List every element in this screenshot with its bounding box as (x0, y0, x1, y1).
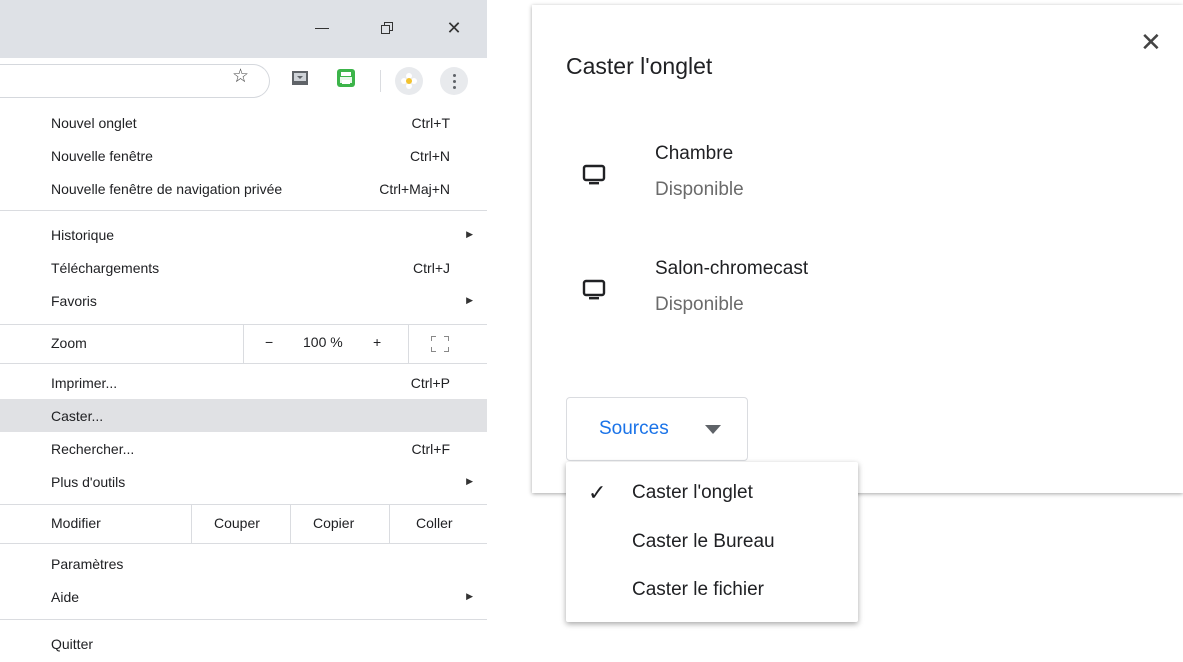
zoom-level: 100 % (303, 334, 343, 350)
submenu-arrow-icon: ▶ (466, 295, 473, 305)
menu-divider (0, 543, 487, 544)
browser-window: ✕ ☆ Nouvel onglet Ctrl+T Nouvelle fenêtr… (0, 0, 487, 662)
extension-save-icon[interactable] (290, 68, 310, 88)
monitor-icon (582, 279, 606, 300)
edit-row: Modifier Couper Copier Coller (0, 505, 487, 543)
menu-item-settings[interactable]: Paramètres (0, 547, 487, 580)
menu-item-print[interactable]: Imprimer... Ctrl+P (0, 366, 487, 399)
submenu-arrow-icon: ▶ (466, 591, 473, 601)
menu-item-help[interactable]: Aide ▶ (0, 580, 487, 613)
fullscreen-icon[interactable] (431, 336, 449, 352)
extension-print-icon[interactable] (336, 68, 356, 88)
zoom-row: Zoom − 100 % + (0, 325, 487, 363)
menu-item-downloads[interactable]: Téléchargements Ctrl+J (0, 251, 487, 284)
menu-item-new-tab[interactable]: Nouvel onglet Ctrl+T (0, 106, 487, 139)
caret-down-icon (705, 425, 721, 434)
sources-dropdown: ✓ Caster l'onglet Caster le Bureau Caste… (566, 462, 858, 622)
menu-divider (0, 210, 487, 211)
menu-item-cast[interactable]: Caster... (0, 399, 487, 432)
check-icon: ✓ (588, 480, 607, 505)
source-option-tab[interactable]: ✓ Caster l'onglet (566, 470, 858, 518)
cast-dialog: ✕ Caster l'onglet Chambre Disponible Sal… (532, 5, 1183, 493)
window-close-button[interactable]: ✕ (440, 14, 468, 42)
sources-button[interactable]: Sources (566, 397, 748, 461)
restore-button[interactable] (373, 14, 401, 42)
menu-item-history[interactable]: Historique ▶ (0, 218, 487, 251)
menu-item-bookmarks[interactable]: Favoris ▶ (0, 284, 487, 317)
flower-icon (401, 73, 417, 89)
submenu-arrow-icon: ▶ (466, 476, 473, 486)
source-option-file[interactable]: Caster le fichier (566, 567, 858, 615)
restore-icon (381, 22, 393, 34)
toolbar: ☆ (0, 58, 487, 105)
paste-button[interactable]: Coller (416, 515, 453, 531)
zoom-in-button[interactable]: + (373, 334, 381, 350)
title-bar: ✕ (0, 0, 487, 58)
source-option-desktop[interactable]: Caster le Bureau (566, 519, 858, 567)
bookmark-star-icon[interactable]: ☆ (232, 65, 249, 88)
close-icon: ✕ (446, 17, 462, 38)
menu-item-find[interactable]: Rechercher... Ctrl+F (0, 432, 487, 465)
address-bar[interactable] (0, 64, 270, 98)
monitor-icon (582, 164, 606, 185)
dialog-title: Caster l'onglet (566, 53, 713, 79)
more-vert-icon[interactable] (440, 67, 468, 95)
close-icon[interactable]: ✕ (1140, 29, 1162, 55)
profile-avatar[interactable] (395, 67, 423, 95)
copy-button[interactable]: Copier (313, 515, 354, 531)
menu-item-more-tools[interactable]: Plus d'outils ▶ (0, 465, 487, 498)
submenu-arrow-icon: ▶ (466, 229, 473, 239)
cut-button[interactable]: Couper (214, 515, 260, 531)
toolbar-divider (380, 70, 381, 92)
chrome-main-menu: Nouvel onglet Ctrl+T Nouvelle fenêtre Ct… (0, 104, 487, 662)
menu-item-new-window[interactable]: Nouvelle fenêtre Ctrl+N (0, 139, 487, 172)
zoom-out-button[interactable]: − (265, 334, 273, 350)
menu-divider (0, 619, 487, 620)
menu-item-incognito-window[interactable]: Nouvelle fenêtre de navigation privée Ct… (0, 172, 487, 205)
menu-item-quit[interactable]: Quitter (0, 627, 487, 660)
cast-sink-salon[interactable]: Salon-chromecast Disponible (532, 250, 1183, 330)
cast-sink-chambre[interactable]: Chambre Disponible (532, 135, 1183, 215)
minimize-button[interactable] (308, 14, 336, 42)
minimize-icon (315, 27, 329, 29)
menu-divider (0, 363, 487, 364)
